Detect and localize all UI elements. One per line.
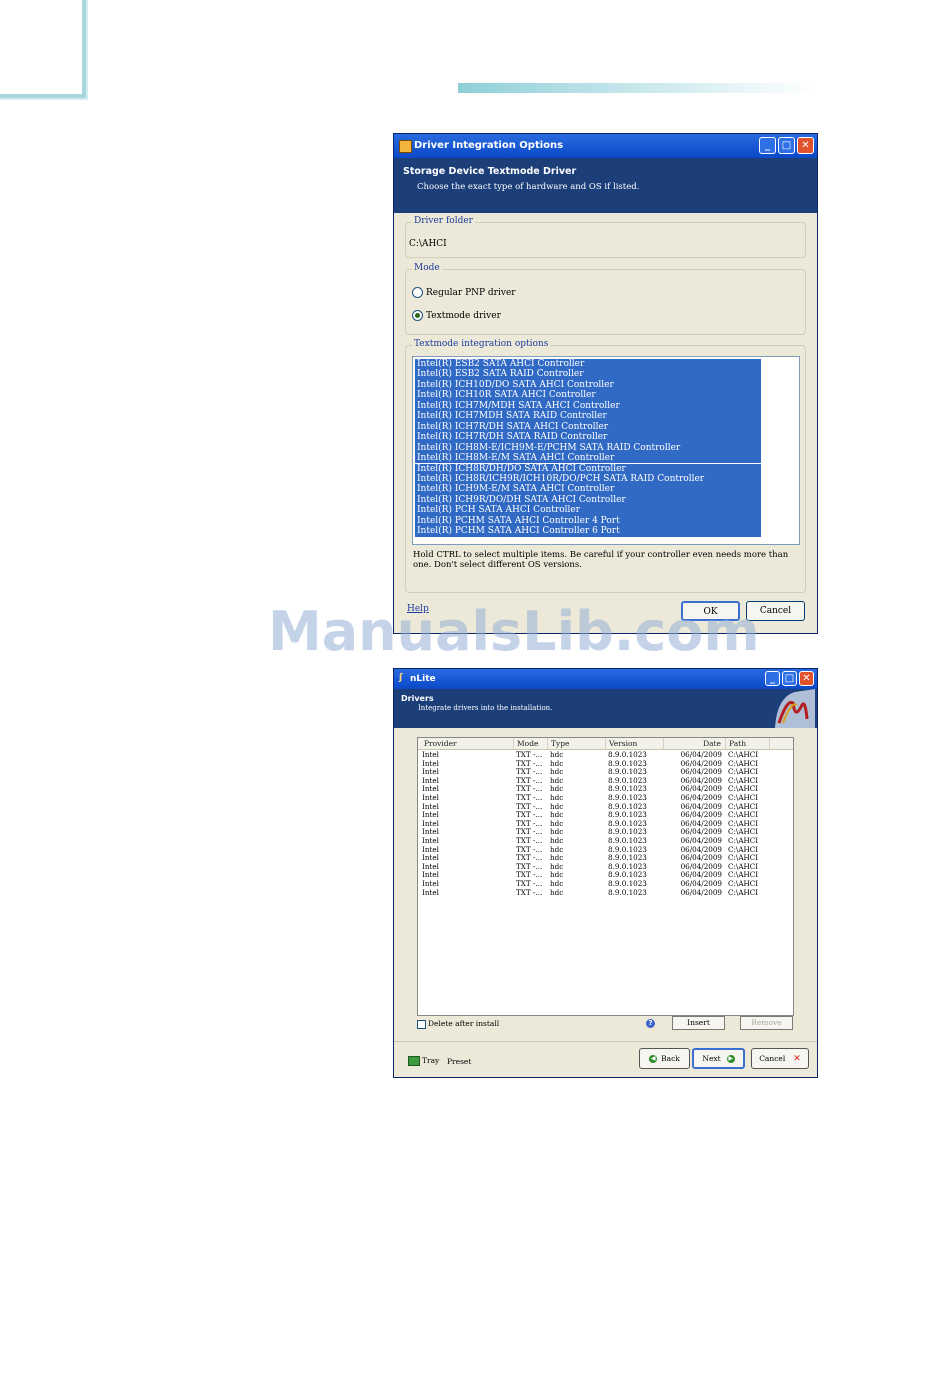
mode-option-textmode[interactable]: Textmode driver xyxy=(412,310,501,321)
app-icon xyxy=(399,140,412,153)
nlite-window: ʃ nLite _ □ ✕ Drivers Integrate drivers … xyxy=(393,668,818,1078)
delete-after-install-checkbox[interactable] xyxy=(417,1019,426,1029)
col-type[interactable]: Type xyxy=(548,738,606,749)
maximize-button[interactable]: □ xyxy=(778,137,795,154)
back-label: Back xyxy=(661,1054,680,1063)
nlite-title: nLite xyxy=(410,674,436,684)
col-provider[interactable]: Provider xyxy=(418,738,514,749)
mode-option-pnp[interactable]: Regular PNP driver xyxy=(412,287,516,298)
tray-button[interactable]: Tray xyxy=(408,1056,439,1066)
textmode-list-item[interactable]: Intel(R) PCH SATA AHCI Controller xyxy=(415,505,761,516)
nlite-minimize-button[interactable]: _ xyxy=(765,671,780,686)
table-row[interactable]: Intel TXT -... hdc 8.9.0.1023 06/04/2009 C:\A… xyxy=(418,887,793,898)
driver-folder-group: Driver folder C:\AHCI xyxy=(405,216,806,258)
table-cell-version: 8.9.0.1023 xyxy=(608,887,647,897)
next-label: Next xyxy=(702,1054,721,1063)
tray-label: Tray xyxy=(422,1056,440,1065)
col-mode[interactable]: Mode xyxy=(514,738,548,749)
textmode-list-item[interactable]: Intel(R) PCHM SATA AHCI Controller 6 Por… xyxy=(415,526,761,537)
nlite-close-button[interactable]: ✕ xyxy=(799,671,814,686)
textmode-list-item[interactable]: Intel(R) ICH7R/DH SATA AHCI Controller xyxy=(415,421,761,433)
textmode-hint: Hold CTRL to select multiple items. Be c… xyxy=(413,550,789,570)
back-button[interactable]: ◀ Back xyxy=(639,1048,690,1069)
nlite-maximize-button[interactable]: □ xyxy=(782,671,797,686)
insert-button[interactable]: Insert xyxy=(672,1016,725,1030)
next-arrow-icon: ▶ xyxy=(726,1055,735,1063)
mode-option-textmode-label: Textmode driver xyxy=(426,311,501,321)
col-version[interactable]: Version xyxy=(606,738,664,749)
col-path[interactable]: Path xyxy=(726,738,770,749)
textmode-list-item[interactable]: Intel(R) ICH7M/MDH SATA AHCI Controller xyxy=(415,400,761,412)
table-cell-date: 06/04/2009 xyxy=(680,887,722,897)
table-cell-path: C:\AHCI xyxy=(728,887,759,897)
help-icon[interactable]: ? xyxy=(646,1019,655,1028)
col-date[interactable]: Date xyxy=(664,738,726,749)
dialog-banner: Storage Device Textmode Driver Choose th… xyxy=(394,158,817,213)
driver-folder-value: C:\AHCI xyxy=(409,239,447,249)
nlite-logo-icon xyxy=(775,689,815,728)
driver-integration-dialog: Driver Integration Options _ □ ✕ Storage… xyxy=(393,133,818,634)
table-cell-type: hdc xyxy=(550,887,564,897)
textmode-label: Textmode integration options xyxy=(412,339,551,349)
mode-label: Mode xyxy=(412,263,442,273)
textmode-list-item[interactable]: Intel(R) PCHM SATA AHCI Controller 4 Por… xyxy=(415,515,761,527)
mode-option-pnp-label: Regular PNP driver xyxy=(426,288,516,298)
nlite-cancel-label: Cancel xyxy=(759,1054,786,1063)
nlite-banner: Drivers Integrate drivers into the insta… xyxy=(394,689,817,728)
textmode-list-item[interactable]: Intel(R) ICH8R/DH/DO SATA AHCI Controlle… xyxy=(415,463,761,474)
delete-after-install-label: Delete after install xyxy=(428,1019,500,1028)
page-corner-tab xyxy=(0,0,86,98)
textmode-list-item[interactable]: Intel(R) ESB2 SATA RAID Controller xyxy=(415,369,761,380)
textmode-list-item[interactable]: Intel(R) ICH9M-E/M SATA AHCI Controller xyxy=(415,484,761,495)
remove-button[interactable]: Remove xyxy=(740,1016,793,1030)
tray-icon xyxy=(408,1056,420,1066)
table-cell-provider: Intel xyxy=(422,887,439,897)
back-arrow-icon: ◀ xyxy=(649,1055,658,1063)
dialog-titlebar[interactable]: Driver Integration Options _ □ ✕ xyxy=(394,134,817,158)
radio-pnp[interactable] xyxy=(412,287,423,298)
textmode-list-item[interactable]: Intel(R) ICH8M-E/ICH9M-E/PCHM SATA RAID … xyxy=(415,442,761,453)
textmode-group: Textmode integration options Intel(R) ES… xyxy=(405,339,806,593)
textmode-listbox[interactable]: Intel(R) ESB2 SATA AHCI Controller Intel(… xyxy=(412,356,800,545)
mode-group: Mode Regular PNP driver Textmode driver xyxy=(405,263,806,335)
watermark: ManualsLib.com xyxy=(268,600,760,663)
nlite-titlebar[interactable]: ʃ nLite _ □ ✕ xyxy=(394,669,817,689)
textmode-list-item[interactable]: Intel(R) ICH10R SATA AHCI Controller xyxy=(415,390,761,401)
close-button[interactable]: ✕ xyxy=(797,137,814,154)
table-cell-mode: TXT -... xyxy=(516,887,543,897)
nlite-subheading: Integrate drivers into the installation. xyxy=(418,704,553,712)
textmode-list-item[interactable]: Intel(R) ESB2 SATA AHCI Controller xyxy=(415,359,761,370)
nlite-app-icon: ʃ xyxy=(399,673,403,683)
textmode-list-item[interactable]: Intel(R) ICH8M-E/M SATA AHCI Controller xyxy=(415,453,761,464)
page-header-bar xyxy=(458,83,814,93)
drivers-table-header: Provider Mode Type Version Date Path xyxy=(418,738,793,750)
textmode-list-item[interactable]: Intel(R) ICH10D/DO SATA AHCI Controller xyxy=(415,379,761,391)
nlite-cancel-button[interactable]: Cancel ✕ xyxy=(751,1048,809,1069)
delete-after-install-option[interactable]: Delete after install xyxy=(417,1019,499,1029)
footer-divider xyxy=(394,1041,817,1042)
dialog-title: Driver Integration Options xyxy=(414,140,564,151)
textmode-list-item[interactable]: Intel(R) ICH9R/DO/DH SATA AHCI Controlle… xyxy=(415,494,761,506)
cancel-x-icon: ✕ xyxy=(793,1054,801,1064)
radio-textmode[interactable] xyxy=(412,310,423,321)
textmode-list-item[interactable]: Intel(R) ICH7MDH SATA RAID Controller xyxy=(415,411,761,422)
next-button[interactable]: Next ▶ xyxy=(692,1048,745,1069)
preset-button[interactable]: Preset xyxy=(447,1057,471,1066)
dialog-heading: Storage Device Textmode Driver xyxy=(403,166,577,177)
textmode-list-item[interactable]: Intel(R) ICH8R/ICH9R/ICH10R/DO/PCH SATA … xyxy=(415,473,761,485)
textmode-list-item[interactable]: Intel(R) ICH7R/DH SATA RAID Controller xyxy=(415,432,761,443)
driver-folder-label: Driver folder xyxy=(412,216,475,226)
nlite-heading: Drivers xyxy=(401,694,434,703)
drivers-table[interactable]: Provider Mode Type Version Date Path Int… xyxy=(417,737,794,1016)
dialog-subheading: Choose the exact type of hardware and OS… xyxy=(417,182,640,192)
minimize-button[interactable]: _ xyxy=(759,137,776,154)
